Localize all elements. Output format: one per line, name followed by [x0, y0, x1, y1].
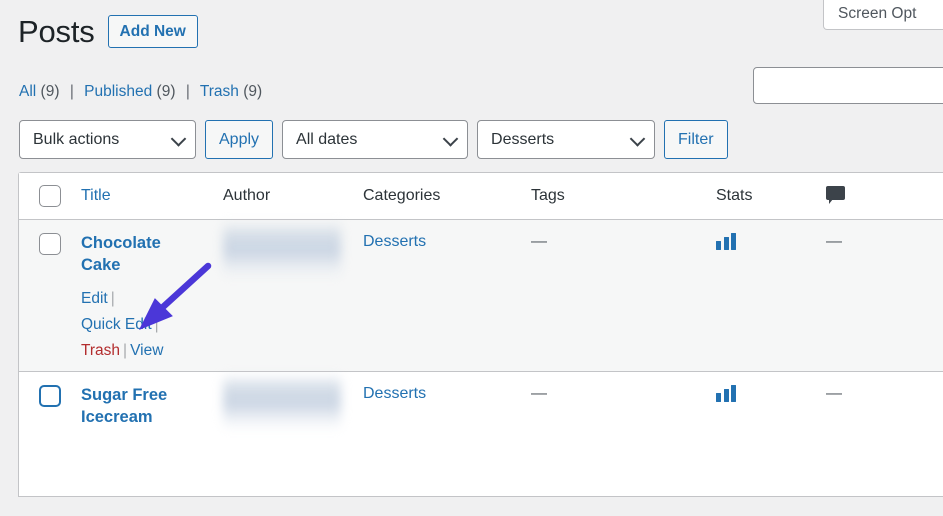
filter-label: Filter — [678, 130, 714, 148]
row-categories-cell: Desserts — [363, 219, 531, 372]
row-action-separator: | — [110, 289, 115, 307]
apply-button[interactable]: Apply — [205, 120, 274, 159]
row-author-cell — [223, 371, 363, 497]
row-action-quick-edit[interactable]: Quick Edit — [81, 316, 152, 333]
row-action-view[interactable]: View — [130, 342, 163, 359]
row-stats-cell — [716, 371, 826, 497]
tags-empty: — — [531, 385, 547, 402]
row-action-edit[interactable]: Edit — [81, 290, 108, 307]
row-categories-cell: Desserts — [363, 371, 531, 497]
row-actions: Edit | Quick Edit | Trash | View — [81, 286, 211, 364]
bulk-actions-value: Bulk actions — [33, 130, 120, 148]
row-checkbox[interactable] — [39, 385, 61, 407]
row-action-trash[interactable]: Trash — [81, 342, 120, 359]
row-checkbox[interactable] — [39, 233, 61, 255]
row-author-cell — [223, 219, 363, 372]
category-filter-select[interactable]: Desserts — [477, 120, 656, 159]
posts-list-table: Title Author Categories Tags Stats Choco… — [18, 172, 943, 497]
bulk-actions-select[interactable]: Bulk actions — [19, 120, 196, 159]
column-header-tags: Tags — [531, 173, 716, 220]
screen-options-tab[interactable]: Screen Opt — [823, 0, 943, 30]
table-row[interactable]: Sugar Free Icecream Desserts — — — [19, 371, 943, 497]
view-link-published[interactable]: Published — [84, 83, 152, 100]
column-header-stats: Stats — [716, 173, 826, 220]
select-all-checkbox[interactable] — [39, 185, 61, 207]
page-header: Posts Add New — [18, 14, 198, 50]
row-stats-cell — [716, 219, 826, 372]
date-filter-select[interactable]: All dates — [282, 120, 469, 159]
category-filter-value: Desserts — [491, 130, 555, 148]
column-header-title: Title — [81, 173, 223, 220]
search-input[interactable] — [753, 67, 943, 104]
chevron-down-icon — [629, 130, 646, 147]
row-action-separator: | — [154, 315, 159, 333]
bar-chart-icon[interactable] — [716, 233, 736, 250]
tags-empty: — — [531, 233, 547, 250]
row-action-separator: | — [123, 341, 128, 359]
row-tags-cell: — — [531, 219, 716, 372]
column-header-comments — [826, 173, 943, 220]
wordpress-posts-admin-screen: Screen Opt Posts Add New All (9) | Publi… — [0, 0, 943, 516]
filter-button[interactable]: Filter — [664, 120, 728, 159]
chevron-down-icon — [170, 130, 187, 147]
post-title-link[interactable]: Sugar Free Icecream — [81, 385, 201, 429]
views-links: All (9) | Published (9) | Trash (9) — [19, 83, 262, 101]
page-title: Posts — [18, 14, 95, 49]
apply-label: Apply — [219, 130, 260, 148]
category-link[interactable]: Desserts — [363, 385, 426, 402]
row-select-cell — [19, 219, 81, 372]
row-title-cell: Sugar Free Icecream — [81, 371, 223, 497]
row-tags-cell: — — [531, 371, 716, 497]
table-header: Title Author Categories Tags Stats — [19, 173, 943, 220]
view-link-all[interactable]: All — [19, 83, 36, 100]
comments-empty: — — [826, 233, 842, 250]
comments-empty: — — [826, 385, 842, 402]
column-header-categories: Categories — [363, 173, 531, 220]
view-count-trash: (9) — [243, 83, 263, 100]
table-navigation-top: Bulk actions Apply All dates Desserts Fi… — [19, 120, 728, 159]
chevron-down-icon — [442, 130, 459, 147]
comment-bubble-icon — [826, 185, 845, 204]
add-new-button[interactable]: Add New — [107, 15, 198, 49]
table-header-row: Title Author Categories Tags Stats — [19, 173, 943, 220]
post-title-link[interactable]: Chocolate Cake — [81, 233, 201, 277]
author-redacted — [223, 221, 341, 279]
view-separator-2: | — [185, 83, 190, 100]
view-link-trash[interactable]: Trash — [200, 83, 239, 100]
view-count-published: (9) — [156, 83, 176, 100]
column-header-author: Author — [223, 173, 363, 220]
category-link[interactable]: Desserts — [363, 233, 426, 250]
bar-chart-icon[interactable] — [716, 385, 736, 402]
screen-options-label: Screen Opt — [838, 5, 917, 22]
table-body: Chocolate Cake Edit | Quick Edit | Trash | V… — [19, 219, 943, 497]
view-separator-1: | — [69, 83, 74, 100]
author-redacted — [223, 373, 341, 431]
row-select-cell — [19, 371, 81, 497]
table-row[interactable]: Chocolate Cake Edit | Quick Edit | Trash | V… — [19, 219, 943, 372]
row-comments-cell: — — [826, 371, 943, 497]
row-title-cell: Chocolate Cake Edit | Quick Edit | Trash | V… — [81, 219, 223, 372]
view-count-all: (9) — [40, 83, 60, 100]
row-comments-cell: — — [826, 219, 943, 372]
date-filter-value: All dates — [296, 130, 358, 148]
sort-by-title-link[interactable]: Title — [81, 187, 111, 204]
select-all-header — [19, 173, 81, 220]
